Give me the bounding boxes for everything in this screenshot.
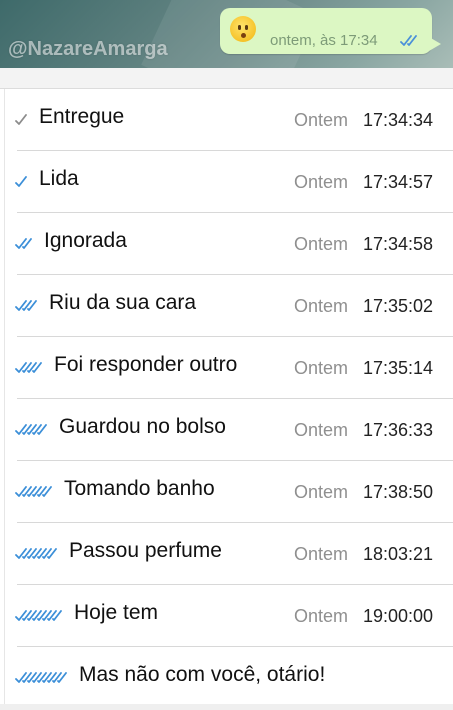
status-day: Ontem [294,110,349,130]
status-time: 19:00:00 [363,606,434,626]
status-day: Ontem [294,172,349,192]
read-check-icon [15,113,29,131]
status-time: 17:34:58 [363,234,434,254]
read-check-icon [15,671,69,689]
status-label: Guardou no bolso [59,415,226,438]
message-timestamp: ontem, às 17:34 [270,32,378,49]
status-row[interactable]: Foi responder outro Ontem 17:35:14 [5,337,453,399]
read-check-icon [15,237,34,255]
status-row[interactable]: Lida Ontem 17:34:57 [5,151,453,213]
read-check-icon [15,547,59,565]
message-bubble[interactable]: ontem, às 17:34 [220,8,441,54]
status-time: 17:34:57 [363,172,434,192]
info-subbar [0,68,453,89]
status-time: 17:38:50 [363,482,434,502]
status-day: Ontem [294,296,349,316]
status-label: Ignorada [44,229,127,252]
bottom-edge [0,704,453,710]
status-time: 18:03:21 [363,544,434,564]
status-label: Lida [39,167,79,190]
status-row[interactable]: Riu da sua cara Ontem 17:35:02 [5,275,453,337]
status-label: Entregue [39,105,125,128]
read-check-icon [15,299,39,317]
status-row[interactable]: Tomando banho Ontem 17:38:50 [5,461,453,523]
read-check-icon [15,485,54,503]
status-row[interactable]: Ignorada Ontem 17:34:58 [5,213,453,275]
status-day: Ontem [294,234,349,254]
status-day: Ontem [294,420,349,440]
status-label: Foi responder outro [54,353,238,376]
message-status-list: Entregue Ontem 17:34:34 Lida Ontem 17:34:57 Ig… [4,89,453,710]
double-check-icon [400,34,422,52]
status-time: 17:35:02 [363,296,434,316]
status-row[interactable]: Entregue Ontem 17:34:34 [5,89,453,151]
watermark: @NazareAmarga [8,38,168,60]
status-time: 17:35:14 [363,358,434,378]
status-row[interactable]: Guardou no bolso Ontem 17:36:33 [5,399,453,461]
status-day: Ontem [294,606,349,626]
status-time: 17:36:33 [363,420,434,440]
status-day: Ontem [294,482,349,502]
status-label: Hoje tem [74,601,159,624]
status-label: Riu da sua cara [49,291,197,314]
read-check-icon [15,609,64,627]
status-row[interactable]: Mas não com você, otário! [5,647,453,709]
status-row[interactable]: Hoje tem Ontem 19:00:00 [5,585,453,647]
status-day: Ontem [294,358,349,378]
status-time: 17:34:34 [363,110,434,130]
status-label: Mas não com você, otário! [79,663,326,686]
read-check-icon [15,361,44,379]
status-label: Passou perfume [69,539,222,562]
status-label: Tomando banho [64,477,215,500]
status-day: Ontem [294,544,349,564]
status-row[interactable]: Passou perfume Ontem 18:03:21 [5,523,453,585]
bubble-tail [429,37,441,51]
read-check-icon [15,175,29,193]
chat-header-background: @NazareAmarga ontem, às 17:34 [0,0,453,68]
read-check-icon [15,423,49,441]
hushed-face-emoji-icon [230,16,256,42]
